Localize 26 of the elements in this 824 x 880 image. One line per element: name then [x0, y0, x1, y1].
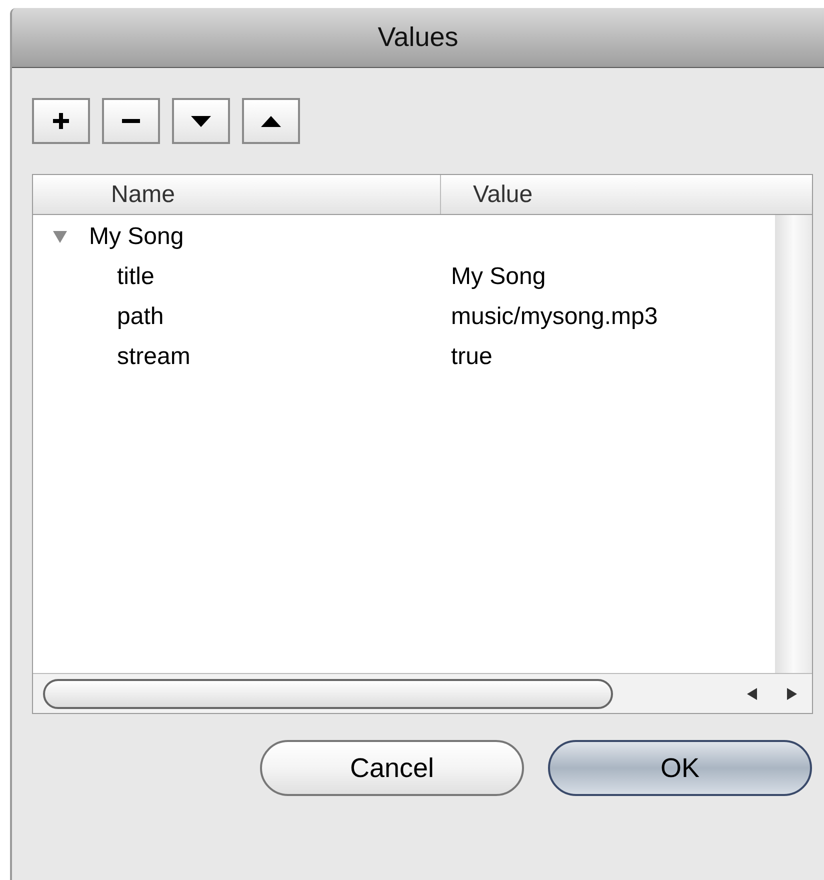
name-cell-text: My Song	[89, 222, 184, 252]
minus-icon	[122, 119, 140, 123]
scroll-right-icon[interactable]	[787, 688, 797, 700]
ok-button[interactable]: OK	[548, 740, 812, 796]
disclosure-triangle-down-icon[interactable]	[53, 230, 67, 244]
column-header[interactable]: Name	[33, 175, 441, 214]
plus-icon	[52, 112, 70, 130]
triangle-down-icon	[191, 116, 211, 126]
value-cell: true	[451, 343, 492, 370]
value-cell: My Song	[451, 263, 546, 290]
window-title: Values	[378, 21, 458, 54]
scroll-left-icon[interactable]	[747, 688, 757, 700]
add-button[interactable]	[32, 98, 90, 144]
name-cell-text: title	[117, 262, 154, 292]
cancel-button[interactable]: Cancel	[260, 740, 524, 796]
move-down-button[interactable]	[172, 98, 230, 144]
scroll-thumb[interactable]	[43, 678, 613, 708]
remove-button[interactable]	[102, 98, 160, 144]
move-up-button[interactable]	[242, 98, 300, 144]
name-cell-text: stream	[117, 342, 190, 372]
value-cell: music/mysong.mp3	[451, 303, 658, 330]
horizontal-scrollbar[interactable]	[33, 674, 732, 713]
name-cell-text: path	[117, 302, 164, 332]
vertical-scrollbar[interactable]	[775, 215, 812, 673]
column-header[interactable]: Value	[441, 175, 812, 214]
triangle-up-icon	[261, 116, 281, 126]
